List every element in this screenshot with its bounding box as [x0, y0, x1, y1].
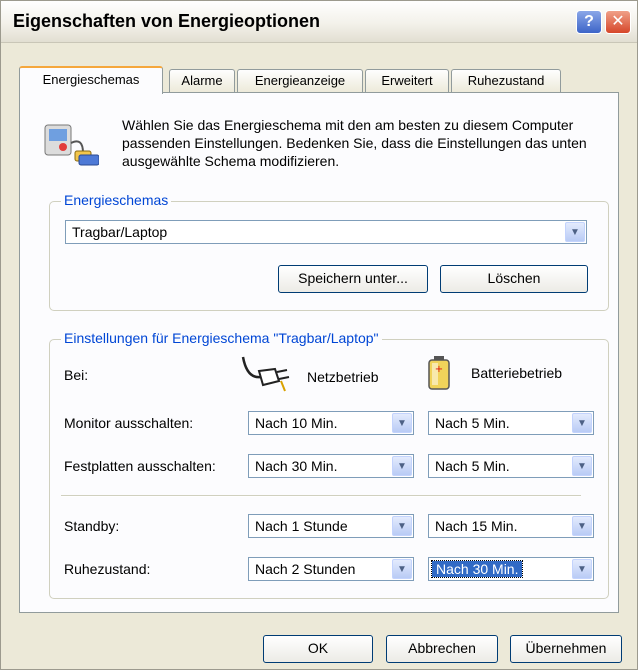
schemes-legend: Energieschemas	[61, 192, 172, 208]
standby-battery-value: Nach 15 Min.	[435, 518, 518, 534]
monitor-battery-value: Nach 5 Min.	[435, 415, 510, 431]
cancel-button[interactable]: Abbrechen	[386, 635, 498, 663]
harddisk-ac-value: Nach 30 Min.	[255, 458, 338, 474]
divider	[61, 495, 581, 497]
power-scheme-icon	[39, 119, 100, 172]
scheme-select[interactable]: Tragbar/Laptop ▼	[65, 220, 587, 244]
standby-ac-value: Nach 1 Stunde	[255, 518, 348, 534]
dialog-window: Eigenschaften von Energieoptionen ? ✕ En…	[0, 0, 638, 670]
chevron-down-icon[interactable]: ▼	[572, 559, 592, 579]
hibernate-ac-value: Nach 2 Stunden	[255, 561, 356, 577]
close-button[interactable]: ✕	[605, 10, 631, 34]
chevron-down-icon[interactable]: ▼	[392, 559, 412, 579]
harddisk-battery-value: Nach 5 Min.	[435, 458, 510, 474]
scheme-select-value: Tragbar/Laptop	[72, 224, 168, 240]
chevron-down-icon[interactable]: ▼	[572, 516, 592, 536]
title-bar[interactable]: Eigenschaften von Energieoptionen ? ✕	[1, 1, 637, 43]
standby-label: Standby:	[64, 518, 120, 534]
monitor-label: Monitor ausschalten:	[64, 415, 194, 431]
chevron-down-icon[interactable]: ▼	[392, 516, 412, 536]
ok-button[interactable]: OK	[263, 635, 373, 663]
hibernate-ac-select[interactable]: Nach 2 Stunden ▼	[248, 557, 414, 581]
bei-label: Bei:	[64, 367, 89, 383]
ac-label: Netzbetrieb	[307, 369, 379, 385]
settings-legend: Einstellungen für Energieschema "Tragbar…	[61, 330, 382, 346]
chevron-down-icon[interactable]: ▼	[392, 413, 412, 433]
battery-icon: +	[426, 355, 452, 394]
monitor-ac-select[interactable]: Nach 10 Min. ▼	[248, 411, 414, 435]
hibernate-label: Ruhezustand:	[64, 561, 151, 577]
standby-ac-select[interactable]: Nach 1 Stunde ▼	[248, 514, 414, 538]
schemes-group	[49, 201, 609, 311]
help-button[interactable]: ?	[576, 10, 602, 34]
help-icon: ?	[584, 13, 594, 30]
save-as-button[interactable]: Speichern unter...	[278, 265, 428, 293]
hibernate-battery-select[interactable]: Nach 30 Min. ▼	[428, 557, 594, 581]
monitor-ac-value: Nach 10 Min.	[255, 415, 338, 431]
delete-button[interactable]: Löschen	[440, 265, 588, 293]
harddisk-ac-select[interactable]: Nach 30 Min. ▼	[248, 454, 414, 478]
tab-ruhezustand[interactable]: Ruhezustand	[451, 69, 561, 93]
svg-text:+: +	[435, 364, 443, 375]
chevron-down-icon[interactable]: ▼	[572, 413, 592, 433]
standby-battery-select[interactable]: Nach 15 Min. ▼	[428, 514, 594, 538]
monitor-battery-select[interactable]: Nach 5 Min. ▼	[428, 411, 594, 435]
tab-energieanzeige[interactable]: Energieanzeige	[237, 69, 363, 93]
harddisk-label: Festplatten ausschalten:	[64, 458, 216, 474]
window-title: Eigenschaften von Energieoptionen	[13, 11, 321, 31]
harddisk-battery-select[interactable]: Nach 5 Min. ▼	[428, 454, 594, 478]
battery-label: Batteriebetrieb	[471, 365, 563, 381]
chevron-down-icon[interactable]: ▼	[392, 456, 412, 476]
apply-button[interactable]: Übernehmen	[510, 635, 622, 663]
chevron-down-icon[interactable]: ▼	[572, 456, 592, 476]
ac-plug-icon	[241, 351, 295, 400]
tab-alarme[interactable]: Alarme	[169, 69, 235, 93]
close-icon: ✕	[611, 13, 625, 30]
tab-erweitert[interactable]: Erweitert	[365, 69, 449, 93]
intro-text: Wählen Sie das Energieschema mit den am …	[122, 117, 587, 169]
tab-energieschemas[interactable]: Energieschemas	[19, 66, 163, 94]
chevron-down-icon[interactable]: ▼	[565, 222, 585, 242]
hibernate-battery-value: Nach 30 Min.	[430, 560, 524, 578]
